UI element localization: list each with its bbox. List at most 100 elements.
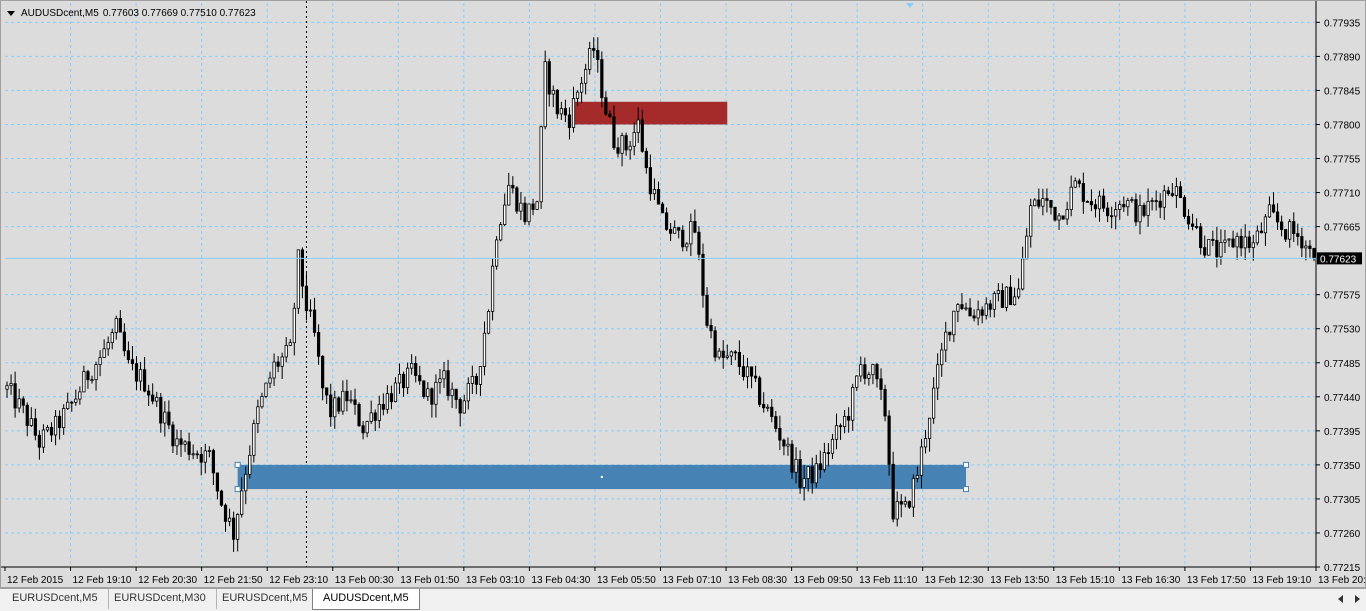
y-tick-label: 0.77440: [1324, 393, 1361, 404]
candle-body: [879, 378, 883, 390]
candle-body: [260, 396, 264, 408]
arrow-left-icon: [1337, 595, 1343, 603]
candle-body: [171, 424, 175, 447]
candle-body: [45, 426, 50, 431]
candle-body: [1000, 290, 1005, 308]
candle-body: [1049, 200, 1053, 208]
candle-body: [992, 293, 996, 310]
candle-body: [466, 382, 470, 402]
scroll-left-button[interactable]: [1335, 593, 1345, 605]
x-tick-label: 12 Feb 19:10: [73, 575, 132, 586]
zone-handle: [962, 461, 969, 468]
candle-body: [418, 375, 422, 382]
x-tick-label: 13 Feb 12:30: [925, 575, 984, 586]
candle-body: [1130, 199, 1134, 201]
candle-body: [875, 364, 879, 380]
candle-body: [1296, 233, 1300, 237]
tab-eurusd-m5-2[interactable]: EURUSDcent,M5: [212, 589, 319, 609]
candle-body: [527, 203, 531, 223]
candle-body: [798, 459, 802, 488]
candle-body: [486, 310, 491, 334]
candle-body: [138, 369, 143, 382]
candle-body: [818, 463, 822, 471]
dropdown-triangle-icon[interactable]: [7, 10, 15, 16]
candle-body: [450, 388, 454, 397]
candle-body: [911, 478, 915, 508]
zones[interactable]: [234, 101, 969, 493]
candle-body: [325, 387, 329, 396]
candle-body: [932, 387, 936, 419]
candle-body: [385, 393, 389, 410]
candle-body: [114, 318, 118, 333]
candle-body: [272, 361, 276, 379]
candle-body: [1166, 190, 1170, 195]
candle-body: [1292, 221, 1296, 235]
candle-body: [519, 202, 523, 212]
candle-body: [741, 366, 746, 378]
x-tick-label: 13 Feb 01:50: [400, 575, 459, 586]
candle-body: [454, 388, 458, 400]
candle-body: [353, 399, 357, 405]
candle-body: [179, 438, 183, 445]
tab-audusd-m5[interactable]: AUDUSDcent,M5: [312, 589, 420, 610]
candle-body: [110, 332, 114, 344]
candle-body: [122, 331, 126, 352]
x-tick-label: 13 Feb 16:30: [1121, 575, 1180, 586]
candle-body: [1239, 235, 1243, 249]
candle-body: [669, 228, 673, 234]
candle-body: [33, 418, 37, 436]
candle-body: [264, 382, 268, 397]
candle-body: [495, 239, 499, 267]
candle-body: [709, 324, 713, 332]
candle-body: [1016, 288, 1021, 298]
candle-body: [806, 466, 810, 479]
candle-body: [393, 382, 398, 403]
candle-body: [284, 345, 288, 358]
candle-body: [82, 371, 86, 393]
candle-body: [822, 452, 826, 471]
candle-body: [1195, 226, 1199, 228]
candle-body: [1284, 229, 1288, 240]
candle-body: [401, 373, 406, 389]
candle-body: [1170, 193, 1174, 196]
candle-body: [66, 401, 70, 409]
candle-body: [442, 370, 446, 380]
candle-body: [851, 386, 855, 421]
candle-body: [1004, 286, 1009, 308]
candle-body: [207, 450, 211, 452]
price-chart[interactable]: 0.77935 0.77890 0.77845 0.77800 0.77755 0.777…: [1, 1, 1366, 589]
candle-body: [681, 229, 685, 248]
candle-body: [499, 224, 503, 241]
resistance-zone[interactable]: [573, 101, 728, 125]
candle-body: [1021, 258, 1025, 290]
candle-body: [86, 371, 90, 381]
candle-body: [1158, 200, 1162, 208]
candle-body: [774, 416, 778, 429]
candle-body: [236, 514, 240, 540]
x-tick-label: 13 Feb 13:50: [990, 575, 1049, 586]
candle-body: [515, 187, 519, 212]
candle-body: [470, 376, 474, 384]
candle-body: [1069, 186, 1073, 210]
x-tick-label: 13 Feb 05:50: [597, 575, 656, 586]
candle-body: [531, 203, 535, 210]
y-tick-label: 0.77215: [1324, 563, 1361, 574]
tab-eurusd-m30[interactable]: EURUSDcent,M30: [104, 589, 217, 609]
candle-body: [636, 119, 640, 133]
scroll-right-button[interactable]: [1352, 593, 1362, 605]
candle-body: [21, 398, 25, 406]
x-tick-label: 13 Feb 17:50: [1187, 575, 1246, 586]
candle-body: [462, 400, 466, 414]
candle-body: [996, 290, 1000, 294]
candle-body: [458, 399, 462, 414]
candle-body: [1259, 230, 1263, 234]
candle-body: [563, 108, 568, 116]
candle-body: [960, 304, 964, 309]
candle-body: [1053, 206, 1057, 221]
candle-body: [1126, 200, 1130, 208]
candle-body: [790, 443, 794, 473]
tab-eurusd-m5-1[interactable]: EURUSDcent,M5: [2, 589, 109, 609]
candle-body: [434, 381, 438, 405]
candle-body: [1190, 223, 1195, 227]
chart-window[interactable]: 0.77935 0.77890 0.77845 0.77800 0.77755 0.777…: [0, 0, 1366, 588]
